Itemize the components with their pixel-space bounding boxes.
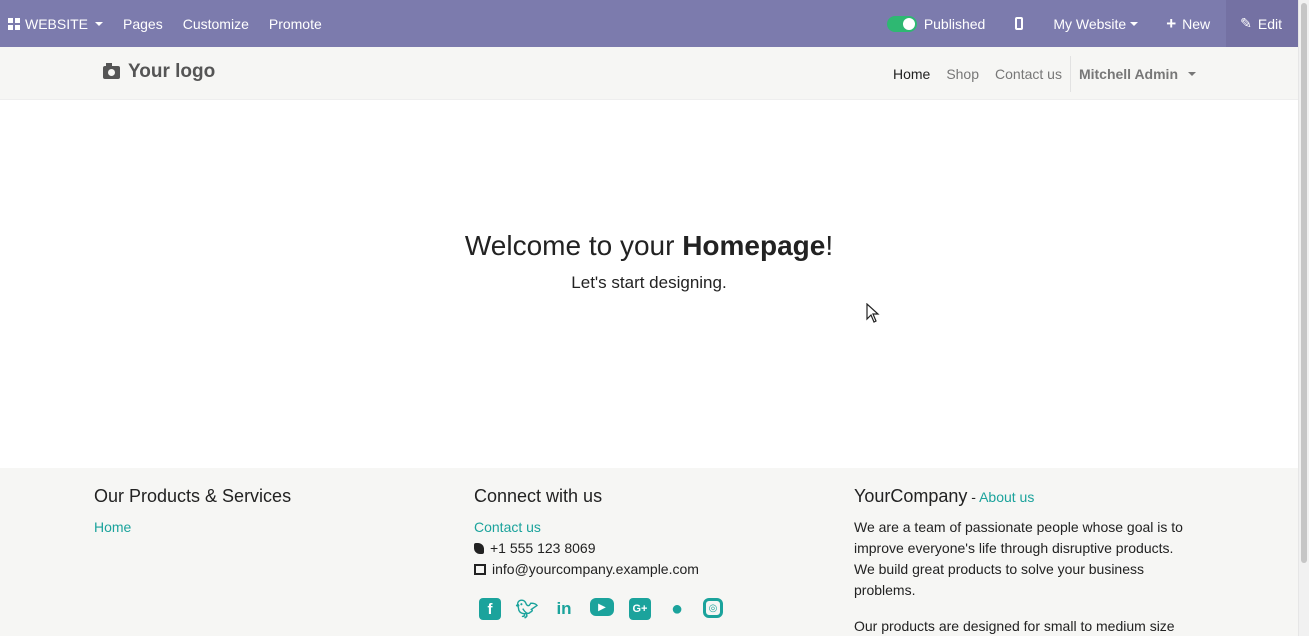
- caret-down-icon: [1188, 71, 1196, 76]
- edit-label: Edit: [1257, 15, 1282, 32]
- camera-icon: [103, 62, 120, 79]
- edit-button[interactable]: ✎ Edit: [1226, 0, 1298, 47]
- caret-down-icon: [95, 21, 104, 26]
- site-nav: Home Shop Contact us Mitchell Admin: [885, 47, 1196, 100]
- instagram-icon[interactable]: ◎: [703, 598, 723, 618]
- company-name: YourCompany: [854, 486, 968, 506]
- company-description-1: We are a team of passionate people whose…: [854, 519, 1183, 598]
- mobile-icon: [1015, 17, 1024, 30]
- nav-contact-us[interactable]: Contact us: [987, 66, 1070, 82]
- published-label: Published: [923, 15, 986, 32]
- scrollbar-thumb[interactable]: [1301, 3, 1307, 563]
- phone-icon: [474, 543, 484, 554]
- caret-down-icon: [1130, 21, 1139, 26]
- logo-text: Your logo: [128, 61, 216, 82]
- toggle-switch-icon: [886, 15, 917, 32]
- my-website-label: My Website: [1053, 15, 1127, 32]
- hero-title: Welcome to your Homepage!: [0, 230, 1298, 262]
- menu-customize[interactable]: Customize: [173, 0, 259, 47]
- title-separator: -: [967, 489, 980, 505]
- new-label: New: [1182, 15, 1211, 32]
- user-menu[interactable]: Mitchell Admin: [1071, 66, 1196, 82]
- footer-company-column: YourCompany - About us We are a team of …: [854, 486, 1194, 636]
- nav-home[interactable]: Home: [885, 66, 938, 82]
- footer-phone: +1 555 123 8069: [474, 538, 738, 559]
- site-footer: Our Products & Services Home Connect wit…: [0, 468, 1298, 636]
- plus-icon: +: [1166, 14, 1177, 33]
- footer-company-title: YourCompany - About us: [854, 486, 1194, 507]
- footer-connect-title: Connect with us: [474, 486, 603, 506]
- github-icon[interactable]: ●: [666, 598, 688, 620]
- youtube-icon[interactable]: ▶: [590, 598, 614, 616]
- linkedin-icon[interactable]: in: [553, 598, 575, 620]
- envelope-icon: [474, 564, 486, 575]
- published-toggle[interactable]: Published: [877, 0, 996, 47]
- admin-top-bar: WEBSITE Pages Customize Promote Publishe…: [0, 0, 1309, 47]
- social-links: f 🐦︎ in ▶ G+ ● ◎: [479, 598, 738, 620]
- phone-text: +1 555 123 8069: [490, 540, 596, 556]
- apps-grid-icon: [8, 17, 20, 30]
- site-header: Your logo Home Shop Contact us Mitchell …: [0, 47, 1298, 100]
- site-logo[interactable]: Your logo: [103, 61, 215, 83]
- footer-connect-column: Connect with us Contact us +1 555 123 80…: [474, 486, 738, 620]
- google-plus-icon[interactable]: G+: [629, 598, 651, 620]
- footer-link-home[interactable]: Home: [94, 517, 131, 538]
- hero-title-suffix: !: [825, 230, 834, 261]
- footer-email: info@yourcompany.example.com: [474, 559, 738, 580]
- menu-promote[interactable]: Promote: [259, 0, 332, 47]
- nav-shop[interactable]: Shop: [938, 66, 987, 82]
- twitter-icon[interactable]: 🐦︎: [516, 598, 539, 620]
- mobile-preview-button[interactable]: [995, 0, 1043, 47]
- hero-section: Welcome to your Homepage! Let's start de…: [0, 100, 1298, 468]
- footer-contact-link[interactable]: Contact us: [474, 517, 541, 538]
- about-us-link[interactable]: About us: [979, 489, 1034, 505]
- hero-title-prefix: Welcome to your: [464, 230, 683, 261]
- mouse-cursor-icon: [866, 303, 880, 323]
- footer-products-column: Our Products & Services Home: [94, 486, 291, 538]
- menu-pages[interactable]: Pages: [113, 0, 173, 47]
- pencil-icon: ✎: [1240, 15, 1252, 31]
- website-app-menu[interactable]: WEBSITE: [0, 0, 113, 47]
- app-label: WEBSITE: [25, 15, 89, 32]
- hero-subtitle: Let's start designing.: [571, 273, 727, 292]
- new-button[interactable]: + New: [1156, 0, 1226, 47]
- page-scrollbar[interactable]: [1298, 0, 1309, 636]
- my-website-menu[interactable]: My Website: [1043, 0, 1156, 47]
- facebook-icon[interactable]: f: [479, 598, 501, 620]
- hero-title-bold: Homepage: [682, 230, 826, 261]
- email-text: info@yourcompany.example.com: [492, 561, 699, 577]
- footer-products-title: Our Products & Services: [94, 486, 292, 506]
- user-name: Mitchell Admin: [1078, 65, 1178, 82]
- company-description-2: Our products are designed for small to m…: [854, 618, 1175, 634]
